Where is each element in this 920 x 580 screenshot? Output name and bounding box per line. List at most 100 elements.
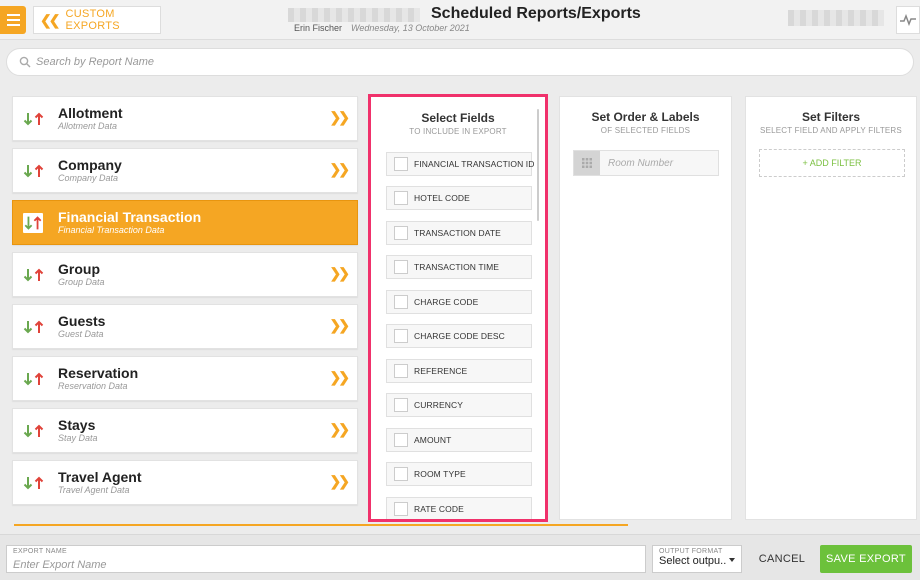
field-option[interactable]: TRANSACTION TIME bbox=[386, 255, 532, 279]
selected-field-row bbox=[573, 150, 719, 176]
sort-arrows-icon bbox=[23, 320, 44, 334]
add-filter-button[interactable]: + ADD FILTER bbox=[759, 149, 905, 177]
double-chevron-right-icon: ❯❯ bbox=[329, 161, 351, 177]
field-checkbox[interactable] bbox=[394, 364, 408, 378]
field-label: RATE CODE bbox=[414, 504, 464, 514]
field-label-input[interactable] bbox=[608, 157, 708, 169]
category-item-group[interactable]: Group Group Data ❯❯ bbox=[12, 252, 358, 297]
field-option[interactable]: CHARGE CODE DESC bbox=[386, 324, 532, 348]
save-export-button[interactable]: SAVE EXPORT bbox=[820, 545, 912, 573]
category-subtitle: Reservation Data bbox=[58, 381, 128, 391]
order-labels-title: Set Order & Labels bbox=[591, 110, 700, 124]
field-option[interactable]: AMOUNT bbox=[386, 428, 532, 452]
redacted-block bbox=[288, 8, 420, 22]
field-label: CURRENCY bbox=[414, 400, 463, 410]
field-label: HOTEL CODE bbox=[414, 193, 470, 203]
double-chevron-right-icon: ❯❯ bbox=[329, 369, 351, 385]
category-name: Stays bbox=[58, 417, 96, 433]
category-name: Allotment bbox=[58, 105, 123, 121]
field-checkbox[interactable] bbox=[394, 398, 408, 412]
filters-title: Set Filters bbox=[801, 110, 861, 124]
order-labels-subtitle: OF SELECTED FIELDS bbox=[600, 126, 691, 135]
export-name-input[interactable] bbox=[13, 559, 613, 571]
category-name: Group bbox=[58, 261, 100, 277]
drag-handle[interactable] bbox=[574, 151, 600, 175]
title-block: Scheduled Reports/Exports Erin Fischer W… bbox=[288, 4, 668, 38]
field-label: ROOM TYPE bbox=[414, 469, 466, 479]
filters-subtitle: SELECT FIELD AND APPLY FILTERS bbox=[760, 126, 902, 135]
category-name: Travel Agent bbox=[58, 469, 142, 485]
category-item-company[interactable]: Company Company Data ❯❯ bbox=[12, 148, 358, 193]
field-label: CHARGE CODE bbox=[414, 297, 479, 307]
select-fields-title: Select Fields bbox=[421, 111, 495, 125]
field-checkbox[interactable] bbox=[394, 260, 408, 274]
category-item-stays[interactable]: Stays Stay Data ❯❯ bbox=[12, 408, 358, 453]
category-name: Financial Transaction bbox=[58, 209, 202, 225]
order-labels-panel: Set Order & Labels OF SELECTED FIELDS bbox=[559, 96, 732, 520]
category-name: Company bbox=[58, 157, 122, 173]
field-checkbox[interactable] bbox=[394, 191, 408, 205]
field-label: TRANSACTION TIME bbox=[414, 262, 500, 272]
menu-bar bbox=[6, 24, 20, 26]
field-checkbox[interactable] bbox=[394, 502, 408, 516]
category-item-reservation[interactable]: Reservation Reservation Data ❯❯ bbox=[12, 356, 358, 401]
output-format-value: Select outpu.. bbox=[659, 555, 727, 567]
search-input[interactable] bbox=[36, 56, 636, 68]
footer-bar: EXPORT NAME OUTPUT FORMAT Select outpu..… bbox=[0, 534, 920, 580]
double-chevron-left-icon: ❮❮ bbox=[40, 11, 61, 28]
field-option[interactable]: CURRENCY bbox=[386, 393, 532, 417]
field-option[interactable]: TRANSACTION DATE bbox=[386, 221, 532, 245]
field-option[interactable]: CHARGE CODE bbox=[386, 290, 532, 314]
field-option[interactable]: FINANCIAL TRANSACTION ID bbox=[386, 152, 535, 176]
hamburger-menu-button[interactable] bbox=[0, 6, 26, 34]
report-search-bar[interactable] bbox=[6, 48, 914, 76]
activity-button[interactable] bbox=[896, 6, 920, 34]
field-label: REFERENCE bbox=[414, 366, 468, 376]
category-item-guests[interactable]: Guests Guest Data ❯❯ bbox=[12, 304, 358, 349]
category-subtitle: Company Data bbox=[58, 173, 119, 183]
output-format-label: OUTPUT FORMAT bbox=[659, 548, 723, 555]
grid-dots-icon bbox=[582, 158, 592, 168]
select-fields-subtitle: TO INCLUDE IN EXPORT bbox=[409, 127, 507, 136]
field-checkbox[interactable] bbox=[394, 157, 408, 171]
category-name: Guests bbox=[58, 313, 106, 329]
category-item-allotment[interactable]: Allotment Allotment Data ❯❯ bbox=[12, 96, 358, 141]
redacted-block bbox=[788, 10, 884, 26]
category-subtitle: Group Data bbox=[58, 277, 105, 287]
current-date: Wednesday, 13 October 2021 bbox=[351, 23, 470, 33]
horizontal-scroll-indicator[interactable] bbox=[14, 524, 628, 526]
top-header: ❮❮ CUSTOM EXPORTS Scheduled Reports/Expo… bbox=[0, 0, 920, 40]
category-item-financial-transaction[interactable]: Financial Transaction Financial Transact… bbox=[12, 200, 358, 245]
field-option[interactable]: REFERENCE bbox=[386, 359, 532, 383]
field-checkbox[interactable] bbox=[394, 226, 408, 240]
search-icon bbox=[19, 56, 31, 68]
field-option[interactable]: RATE CODE bbox=[386, 497, 532, 519]
field-label: FINANCIAL TRANSACTION ID bbox=[414, 159, 535, 169]
category-item-travel-agent[interactable]: Travel Agent Travel Agent Data ❯❯ bbox=[12, 460, 358, 505]
menu-bar bbox=[6, 19, 20, 21]
filters-panel: Set Filters SELECT FIELD AND APPLY FILTE… bbox=[745, 96, 917, 520]
category-subtitle: Travel Agent Data bbox=[58, 485, 130, 495]
menu-bar bbox=[6, 14, 20, 16]
custom-exports-back-button[interactable]: ❮❮ CUSTOM EXPORTS bbox=[33, 6, 161, 34]
field-checkbox[interactable] bbox=[394, 295, 408, 309]
field-checkbox[interactable] bbox=[394, 329, 408, 343]
sort-arrows-icon bbox=[23, 424, 44, 438]
category-subtitle: Allotment Data bbox=[58, 121, 118, 131]
back-button-label: CUSTOM EXPORTS bbox=[65, 8, 120, 32]
export-name-field[interactable]: EXPORT NAME bbox=[6, 545, 646, 573]
activity-pulse-icon bbox=[900, 14, 916, 26]
double-chevron-right-icon: ❯❯ bbox=[329, 473, 351, 489]
caret-down-icon bbox=[729, 558, 735, 562]
sort-arrows-icon bbox=[23, 268, 44, 282]
field-label: TRANSACTION DATE bbox=[414, 228, 501, 238]
cancel-button[interactable]: CANCEL bbox=[752, 545, 812, 573]
field-option[interactable]: HOTEL CODE bbox=[386, 186, 532, 210]
fields-scrollbar[interactable] bbox=[537, 109, 539, 221]
page-title: Scheduled Reports/Exports bbox=[431, 5, 641, 22]
output-format-select[interactable]: OUTPUT FORMAT Select outpu.. bbox=[652, 545, 742, 573]
field-checkbox[interactable] bbox=[394, 467, 408, 481]
select-fields-panel: Select Fields TO INCLUDE IN EXPORT FINAN… bbox=[368, 94, 548, 522]
field-checkbox[interactable] bbox=[394, 433, 408, 447]
field-option[interactable]: ROOM TYPE bbox=[386, 462, 532, 486]
